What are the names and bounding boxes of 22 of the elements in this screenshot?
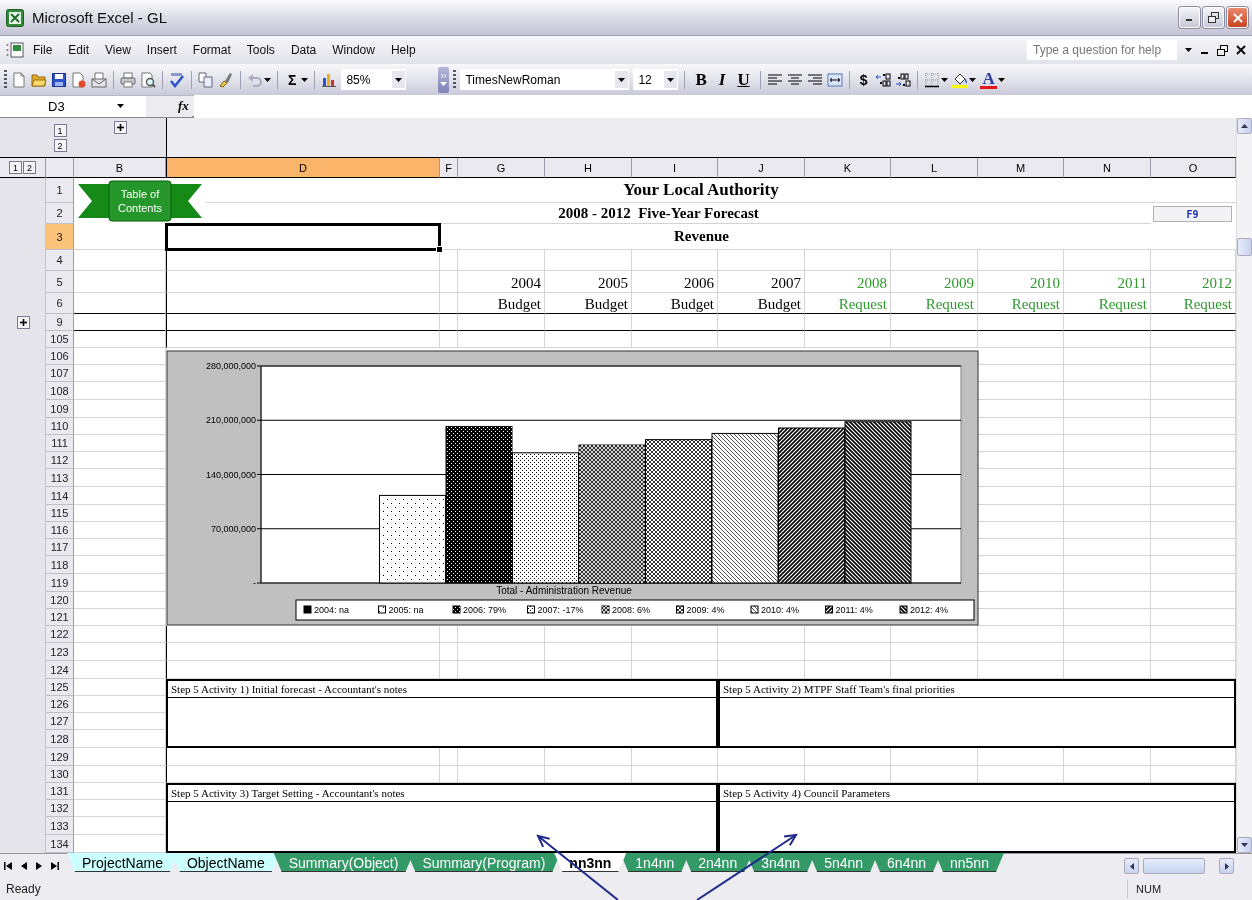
axis-tick-label: 70,000,000 [210, 523, 256, 534]
axis-tick-label: 280,000,000 [205, 361, 256, 371]
num-lock-indicator: NUM [1127, 880, 1246, 898]
status-text: Ready [6, 882, 41, 896]
legend-label: 2005: na [388, 605, 424, 615]
window-title: Microsoft Excel - GL [32, 9, 169, 26]
legend-label: 2012: 4% [910, 605, 949, 615]
axis-tick-label: 210,000,000 [205, 415, 256, 426]
legend-label: 2010: 4% [761, 605, 800, 615]
axis-tick-label: 140,000,000 [205, 469, 256, 480]
notes-title: Step 5 Activity 1) Initial forecast - Accountant's notes [168, 681, 716, 698]
legend-label: 2011: 4% [835, 605, 873, 615]
legend-label: 2007: -17% [537, 605, 584, 615]
legend-label: 2009: 4% [686, 605, 725, 615]
legend-label: 2008: 6% [612, 605, 651, 615]
notes-title: Step 5 Activity 4) Council Parameters [720, 785, 1234, 802]
notes-title: Step 5 Activity 2) MTPF Staff Team's final priorities [720, 681, 1234, 698]
axis-tick-label: - [253, 578, 256, 588]
legend-label: 2004: na [314, 605, 350, 615]
notes-title: Step 5 Activity 3) Target Setting - Accountant's notes [168, 785, 716, 802]
legend-label: 2006: 79% [463, 605, 507, 615]
category-label: Total - Administration Revenue [496, 585, 632, 596]
